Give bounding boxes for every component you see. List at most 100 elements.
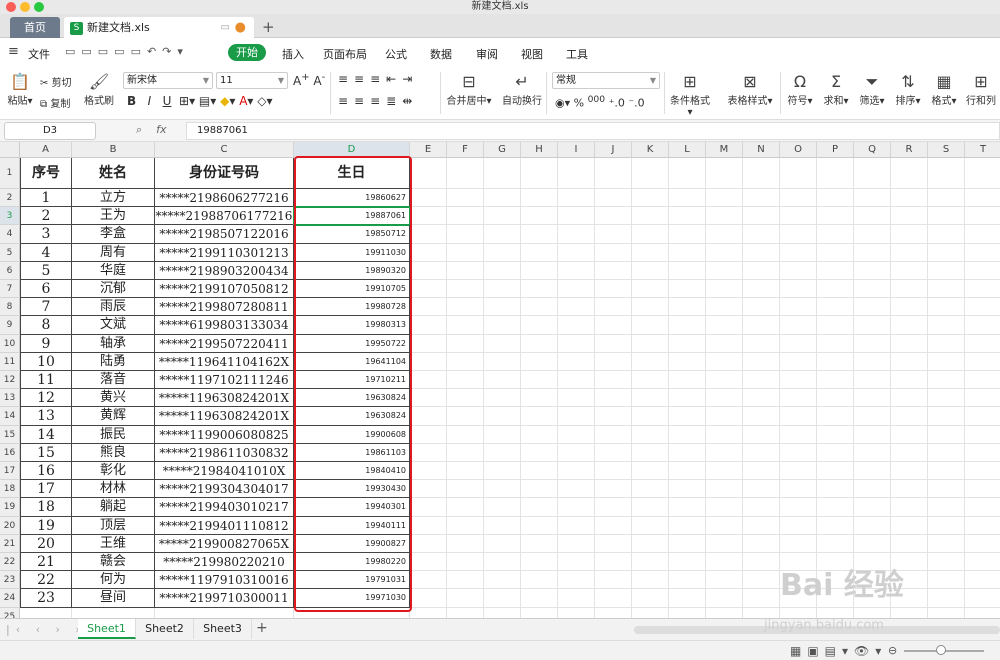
- empty-cell[interactable]: [928, 243, 965, 262]
- empty-cell[interactable]: [447, 207, 484, 226]
- empty-cell[interactable]: [632, 498, 669, 517]
- empty-cell[interactable]: [965, 426, 1000, 444]
- row-header[interactable]: 20: [0, 516, 20, 535]
- empty-cell[interactable]: [706, 462, 743, 481]
- table-cell[interactable]: 19630824: [294, 389, 410, 408]
- empty-cell[interactable]: [447, 261, 484, 280]
- empty-cell[interactable]: [484, 571, 521, 590]
- table-cell[interactable]: 振民: [72, 425, 155, 444]
- empty-cell[interactable]: [521, 516, 558, 535]
- empty-cell[interactable]: [632, 243, 669, 262]
- empty-cell[interactable]: [891, 316, 928, 335]
- empty-cell[interactable]: [632, 371, 669, 390]
- table-cell[interactable]: 6: [20, 280, 72, 299]
- empty-cell[interactable]: [928, 189, 965, 208]
- column-header-L[interactable]: L: [669, 142, 706, 158]
- zoom-slider-handle[interactable]: [936, 645, 946, 655]
- empty-cell[interactable]: [928, 516, 965, 535]
- table-cell[interactable]: 19710211: [294, 371, 410, 390]
- column-header-B[interactable]: B: [72, 142, 155, 158]
- empty-cell[interactable]: [632, 462, 669, 481]
- empty-cell[interactable]: [484, 371, 521, 390]
- fill-color-icon[interactable]: ◆: [220, 94, 229, 108]
- empty-cell[interactable]: [965, 517, 1000, 535]
- table-cell[interactable]: 3: [20, 225, 72, 244]
- table-cell[interactable]: 19641104: [294, 352, 410, 371]
- empty-cell[interactable]: [410, 607, 447, 618]
- empty-cell[interactable]: [780, 298, 817, 317]
- empty-cell[interactable]: [669, 316, 706, 335]
- empty-cell[interactable]: [521, 261, 558, 280]
- empty-cell[interactable]: [410, 334, 447, 353]
- number-format-select[interactable]: 常规 ▼: [552, 72, 660, 89]
- table-cell[interactable]: 19: [20, 516, 72, 535]
- empty-cell[interactable]: [521, 607, 558, 618]
- table-cell[interactable]: 9: [20, 334, 72, 353]
- tab-home[interactable]: 首页: [10, 17, 60, 38]
- empty-cell[interactable]: [854, 371, 891, 390]
- empty-cell[interactable]: [780, 389, 817, 408]
- empty-cell[interactable]: [447, 371, 484, 390]
- empty-cell[interactable]: [706, 352, 743, 371]
- empty-cell[interactable]: [632, 407, 669, 426]
- empty-cell[interactable]: [595, 261, 632, 280]
- empty-cell[interactable]: [484, 207, 521, 226]
- empty-cell[interactable]: [891, 189, 928, 208]
- empty-cell[interactable]: [928, 589, 965, 608]
- empty-cell[interactable]: [521, 443, 558, 462]
- empty-cell[interactable]: [743, 407, 780, 426]
- empty-cell[interactable]: [854, 280, 891, 299]
- empty-cell[interactable]: [669, 225, 706, 244]
- add-tab-button[interactable]: +: [262, 17, 275, 38]
- column-header-S[interactable]: S: [928, 142, 965, 158]
- empty-cell[interactable]: [669, 534, 706, 553]
- row-header[interactable]: 7: [0, 280, 20, 299]
- empty-cell[interactable]: [706, 498, 743, 517]
- empty-cell[interactable]: [484, 158, 521, 189]
- empty-cell[interactable]: [817, 280, 854, 299]
- empty-cell[interactable]: [558, 407, 595, 426]
- empty-cell[interactable]: [595, 462, 632, 481]
- empty-cell[interactable]: [558, 261, 595, 280]
- empty-cell[interactable]: [928, 352, 965, 371]
- table-cell[interactable]: 12: [20, 389, 72, 408]
- table-cell[interactable]: 19980313: [294, 316, 410, 335]
- empty-cell[interactable]: [669, 207, 706, 226]
- empty-cell[interactable]: [521, 316, 558, 335]
- empty-cell[interactable]: [669, 189, 706, 208]
- empty-cell[interactable]: [632, 352, 669, 371]
- menu-formula[interactable]: 公式: [385, 46, 407, 62]
- empty-cell[interactable]: [410, 371, 447, 390]
- empty-cell[interactable]: [558, 443, 595, 462]
- column-header-Q[interactable]: Q: [854, 142, 891, 158]
- rowcol-button[interactable]: ⊞ 行和列: [964, 72, 998, 107]
- row-header[interactable]: 24: [0, 589, 20, 608]
- empty-cell[interactable]: [891, 443, 928, 462]
- empty-cell[interactable]: [595, 316, 632, 335]
- column-header-N[interactable]: N: [743, 142, 780, 158]
- empty-cell[interactable]: [632, 207, 669, 226]
- empty-cell[interactable]: [965, 535, 1000, 553]
- row-header[interactable]: 9: [0, 316, 20, 335]
- empty-cell[interactable]: [521, 571, 558, 590]
- empty-cell[interactable]: [965, 298, 1000, 317]
- empty-cell[interactable]: [595, 298, 632, 317]
- empty-cell[interactable]: [595, 407, 632, 426]
- empty-cell[interactable]: [854, 298, 891, 317]
- empty-cell[interactable]: [669, 352, 706, 371]
- empty-cell[interactable]: [558, 352, 595, 371]
- empty-cell[interactable]: [854, 516, 891, 535]
- empty-cell[interactable]: [521, 352, 558, 371]
- minimize-icon[interactable]: [20, 2, 30, 12]
- column-header-G[interactable]: G: [484, 142, 521, 158]
- table-cell[interactable]: 19980220: [294, 553, 410, 572]
- empty-cell[interactable]: [595, 334, 632, 353]
- empty-cell[interactable]: [632, 316, 669, 335]
- table-cell[interactable]: 21: [20, 553, 72, 572]
- empty-cell[interactable]: [410, 516, 447, 535]
- empty-cell[interactable]: [669, 371, 706, 390]
- empty-cell[interactable]: [410, 589, 447, 608]
- empty-cell[interactable]: [484, 280, 521, 299]
- empty-cell[interactable]: [780, 158, 817, 189]
- empty-cell[interactable]: [965, 225, 1000, 244]
